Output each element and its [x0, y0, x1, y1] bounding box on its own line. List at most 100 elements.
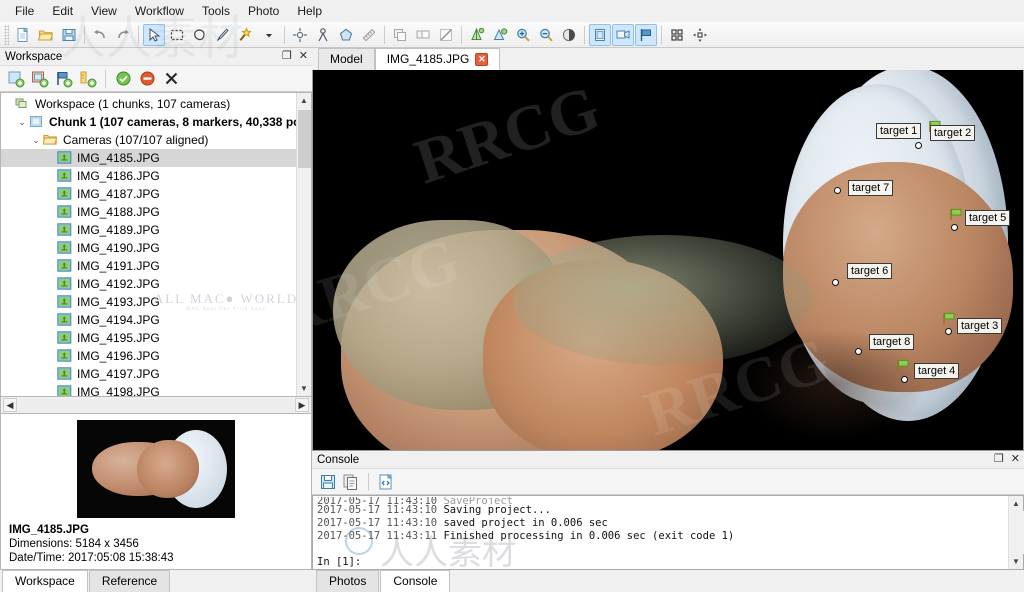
tree-item-camera[interactable]: IMG_4187.JPG	[1, 185, 296, 203]
marker-point[interactable]	[855, 348, 862, 355]
menu-item-photo[interactable]: Photo	[239, 2, 288, 20]
remove-icon[interactable]	[161, 69, 181, 89]
scroll-right-icon[interactable]: ▶	[295, 398, 309, 412]
tree-item-workspace[interactable]: Workspace (1 chunks, 107 cameras)	[1, 95, 296, 113]
console-close-button[interactable]: ✕	[1011, 454, 1020, 465]
resize-region-icon[interactable]	[358, 24, 380, 46]
move-object-icon[interactable]	[289, 24, 311, 46]
tile-windows-icon[interactable]	[666, 24, 688, 46]
marker-point[interactable]	[832, 279, 839, 286]
tree-item-folder[interactable]: ⌄ Cameras (107/107 aligned)	[1, 131, 296, 149]
disabled-tool-icon[interactable]	[435, 24, 457, 46]
redo-icon[interactable]	[112, 24, 134, 46]
tab-photos[interactable]: Photos	[316, 570, 380, 592]
marker-label[interactable]: target 2	[930, 125, 976, 141]
tab-console[interactable]: Console	[380, 570, 451, 592]
close-icon[interactable]: ✕	[475, 52, 489, 66]
console-scroll-up-icon[interactable]: ▲	[1009, 496, 1024, 511]
console-output-container[interactable]: 2017-05-17 11:43:10 SaveProject 2017-05-1…	[312, 495, 1024, 570]
zoom-in-icon[interactable]	[512, 24, 534, 46]
workspace-horizontal-scrollbar[interactable]: ◀ ▶	[0, 397, 312, 414]
add-chunk-icon[interactable]	[6, 69, 26, 89]
tab-workspace[interactable]: Workspace	[2, 570, 88, 592]
console-output[interactable]: 2017-05-17 11:43:10 SaveProject 2017-05-1…	[313, 496, 1008, 569]
add-scalebar-icon[interactable]	[489, 24, 511, 46]
tree-item-camera[interactable]: IMG_4186.JPG	[1, 167, 296, 185]
undo-icon[interactable]	[89, 24, 111, 46]
console-scrollbar-track[interactable]	[1008, 511, 1024, 554]
scroll-left-icon[interactable]: ◀	[3, 398, 17, 412]
menu-item-edit[interactable]: Edit	[43, 2, 82, 20]
marker-flag-icon[interactable]	[896, 359, 909, 371]
enable-icon[interactable]	[113, 69, 133, 89]
tree-item-camera[interactable]: IMG_4193.JPG	[1, 293, 296, 311]
add-scalebars-icon[interactable]	[78, 69, 98, 89]
tree-item-camera[interactable]: IMG_4188.JPG	[1, 203, 296, 221]
dropdown-arrow-icon[interactable]	[258, 24, 280, 46]
disable-icon[interactable]	[137, 69, 157, 89]
marker-flag-icon[interactable]	[949, 208, 962, 220]
hscrollbar-track[interactable]	[19, 398, 293, 412]
menu-item-tools[interactable]: Tools	[193, 2, 239, 20]
scale-object-icon[interactable]	[335, 24, 357, 46]
tree-item-camera[interactable]: IMG_4198.JPG	[1, 383, 296, 396]
show-markers-icon[interactable]	[635, 23, 657, 46]
scrollbar-track[interactable]	[296, 108, 311, 381]
new-project-icon[interactable]	[12, 24, 34, 46]
workspace-close-button[interactable]: ✕	[299, 51, 308, 62]
execute-script-icon[interactable]	[377, 473, 395, 491]
marker-label[interactable]: target 4	[914, 363, 960, 379]
marker-point[interactable]	[915, 142, 922, 149]
shading-mode-icon[interactable]	[558, 24, 580, 46]
merge-chunks-icon[interactable]	[412, 24, 434, 46]
tab-photo-img-4185[interactable]: IMG_4185.JPG ✕	[374, 48, 501, 70]
show-cameras-icon[interactable]	[589, 23, 611, 46]
scroll-up-icon[interactable]: ▲	[297, 93, 312, 108]
tree-twisty-icon[interactable]: ⌄	[29, 135, 43, 146]
add-markers-icon[interactable]	[54, 69, 74, 89]
marker-label[interactable]: target 3	[957, 318, 1003, 334]
tree-item-camera[interactable]: IMG_4185.JPG	[1, 149, 296, 167]
tree-item-camera[interactable]: IMG_4192.JPG	[1, 275, 296, 293]
menu-item-help[interactable]: Help	[288, 2, 331, 20]
tree-item-chunk[interactable]: ⌄ Chunk 1 (107 cameras, 8 markers, 40,338…	[1, 113, 296, 131]
tree-item-camera[interactable]: IMG_4197.JPG	[1, 365, 296, 383]
add-marker-icon[interactable]	[466, 24, 488, 46]
rotate-object-icon[interactable]	[312, 24, 334, 46]
menu-item-file[interactable]: File	[6, 2, 43, 20]
tree-item-camera[interactable]: IMG_4195.JPG	[1, 329, 296, 347]
marker-label[interactable]: target 1	[876, 123, 922, 139]
workspace-tree-scrollbar[interactable]: ▲ ▼	[296, 93, 311, 396]
console-scrollbar[interactable]: ▲ ▼	[1008, 496, 1024, 569]
magic-wand-icon[interactable]	[235, 24, 257, 46]
menu-item-workflow[interactable]: Workflow	[126, 2, 193, 20]
tab-reference[interactable]: Reference	[88, 570, 171, 592]
tree-item-camera[interactable]: IMG_4190.JPG	[1, 239, 296, 257]
marker-point[interactable]	[901, 376, 908, 383]
duplicate-chunk-icon[interactable]	[389, 24, 411, 46]
workspace-tree[interactable]: Workspace (1 chunks, 107 cameras) ⌄ Chunk …	[1, 93, 296, 396]
tree-item-camera[interactable]: IMG_4196.JPG	[1, 347, 296, 365]
menu-item-view[interactable]: View	[82, 2, 126, 20]
photo-view[interactable]: RRCG RRCG RRCG target 1target 2target 7t…	[312, 70, 1024, 451]
copy-log-icon[interactable]	[342, 473, 360, 491]
workspace-float-button[interactable]: ❐	[282, 51, 292, 62]
tree-item-camera[interactable]: IMG_4189.JPG	[1, 221, 296, 239]
show-thumbnails-icon[interactable]	[612, 23, 634, 46]
toolbar-grip[interactable]	[4, 24, 9, 45]
marker-label[interactable]: target 8	[869, 334, 915, 350]
tree-item-camera[interactable]: IMG_4194.JPG	[1, 311, 296, 329]
save-log-icon[interactable]	[319, 473, 337, 491]
scrollbar-thumb[interactable]	[297, 110, 311, 168]
save-project-icon[interactable]	[58, 24, 80, 46]
scroll-down-icon[interactable]: ▼	[297, 381, 312, 396]
intelligent-scissors-icon[interactable]	[212, 24, 234, 46]
console-float-button[interactable]: ❐	[994, 454, 1004, 465]
add-photos-icon[interactable]	[30, 69, 50, 89]
open-project-icon[interactable]	[35, 24, 57, 46]
marker-flag-icon[interactable]	[942, 312, 955, 324]
tree-item-camera[interactable]: IMG_4191.JPG	[1, 257, 296, 275]
console-scroll-down-icon[interactable]: ▼	[1009, 554, 1024, 569]
tab-model[interactable]: Model	[318, 48, 375, 70]
marker-label[interactable]: target 6	[847, 263, 893, 279]
